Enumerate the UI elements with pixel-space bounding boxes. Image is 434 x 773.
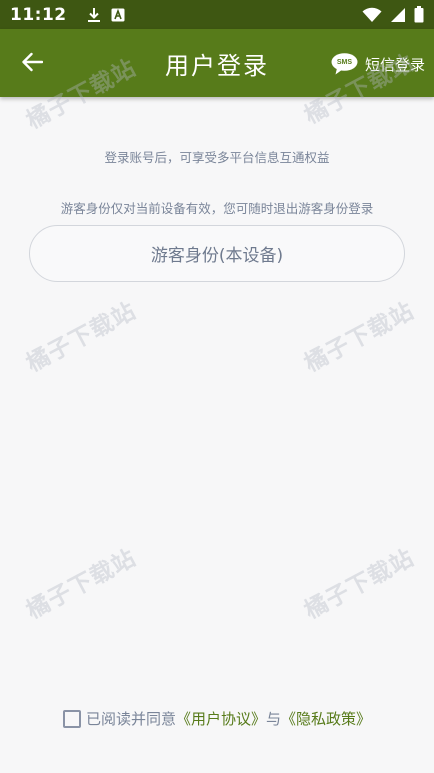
download-icon xyxy=(87,7,101,23)
status-notification-icons xyxy=(87,7,125,23)
user-agreement-link[interactable]: 《用户协议》 xyxy=(176,708,266,729)
login-benefit-text: 登录账号后，可享受多平台信息互通权益 xyxy=(104,150,330,165)
battery-icon xyxy=(414,6,424,23)
status-bar: 11:12 xyxy=(0,0,434,29)
sms-login-label: 短信登录 xyxy=(364,55,425,74)
agreement-conjunction: 与 xyxy=(266,710,282,728)
login-content: 登录账号后，可享受多平台信息互通权益 游客身份仅对当前设备有效，您可随时退出游客… xyxy=(0,97,434,773)
status-system-icons xyxy=(362,6,424,23)
signal-icon xyxy=(390,7,406,23)
sms-badge-text: SMS xyxy=(336,59,353,66)
agreement-prefix: 已阅读并同意 xyxy=(85,710,176,728)
wifi-icon xyxy=(362,7,382,23)
agreement-checkbox[interactable] xyxy=(62,709,81,728)
agreement-row: 已阅读并同意 《用户协议》 与 《隐私政策》 xyxy=(0,708,434,729)
status-time: 11:12 xyxy=(10,4,67,25)
arrow-left-icon xyxy=(21,52,44,76)
sms-icon: SMS xyxy=(331,53,358,75)
privacy-policy-link[interactable]: 《隐私政策》 xyxy=(281,708,371,729)
guest-hint-text: 游客身份仅对当前设备有效，您可随时退出游客身份登录 xyxy=(60,201,374,216)
guest-login-button[interactable]: 游客身份(本设备) xyxy=(29,225,405,282)
sms-login-button[interactable]: SMS 短信登录 xyxy=(331,51,425,77)
back-button[interactable] xyxy=(14,46,50,82)
app-notification-icon xyxy=(111,8,125,22)
app-toolbar: 用户登录 SMS 短信登录 xyxy=(0,29,434,97)
